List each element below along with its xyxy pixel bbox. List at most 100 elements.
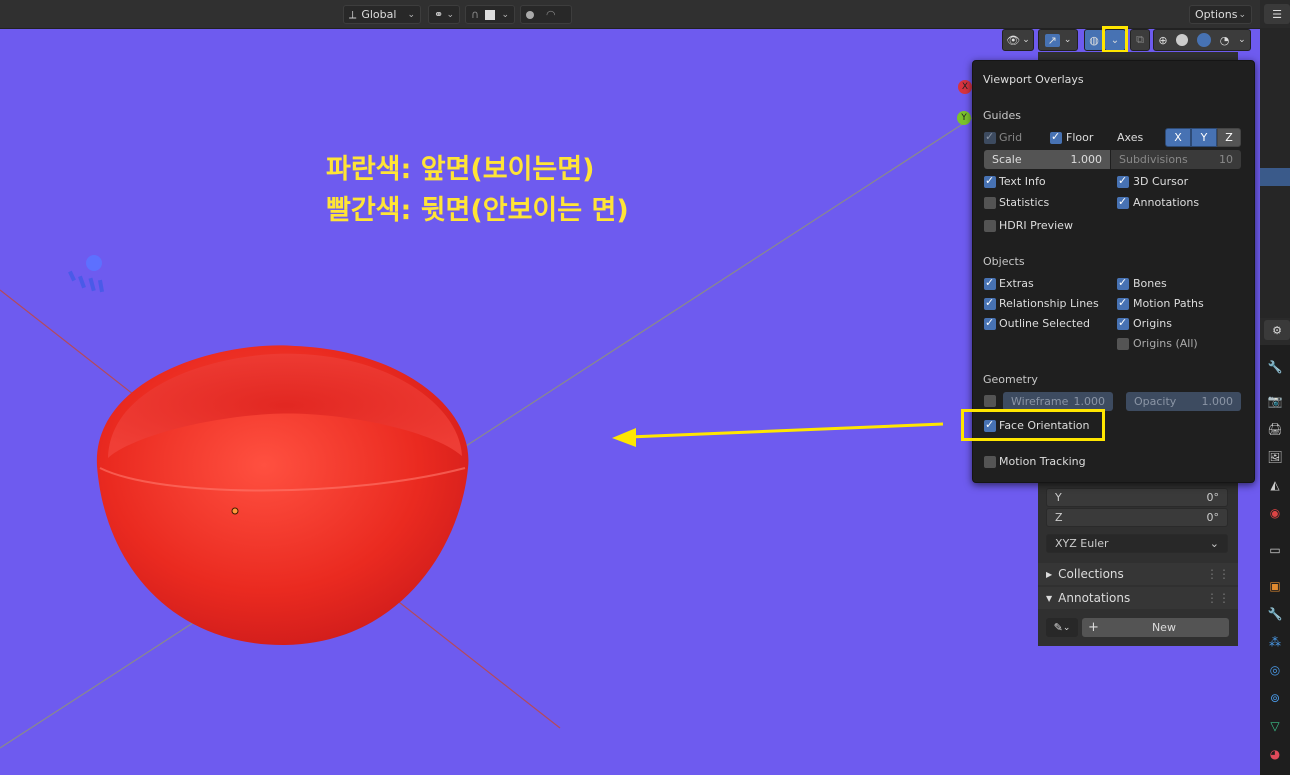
proportional-icon (526, 10, 534, 19)
object-tab-icon[interactable]: ▣ (1266, 577, 1284, 595)
grid-checkbox[interactable] (984, 130, 996, 144)
chevron-down-icon[interactable]: ⌄ (1238, 35, 1246, 45)
scale-value: 1.000 (1070, 153, 1103, 166)
axis-x-toggle[interactable]: X (1165, 128, 1191, 147)
wireframe-shading-icon[interactable]: ⊕ (1158, 34, 1167, 47)
transform-orientation-dropdown[interactable]: ⟂ Global ⌄ (343, 5, 421, 24)
outliner-area (1260, 28, 1290, 318)
3d-cursor-checkbox[interactable] (1117, 174, 1129, 188)
physics-tab-icon[interactable]: ◎ (1266, 661, 1284, 679)
collection-tab-icon[interactable]: ▭ (1266, 541, 1284, 559)
annotation-tool-dropdown[interactable]: ✎ ⌄ (1046, 618, 1078, 637)
chevron-down-icon: ▼ (1046, 593, 1053, 603)
drag-handle-icon[interactable]: ⋮⋮ (1206, 591, 1230, 605)
popup-title: Viewport Overlays (983, 73, 1084, 86)
gizmo-x-axis[interactable]: X (958, 80, 972, 94)
chevron-down-icon: ⌄ (1022, 35, 1030, 45)
collections-panel-header[interactable]: ▶ Collections ⋮⋮ (1038, 563, 1238, 585)
scale-label: Scale (992, 153, 1022, 166)
floor-checkbox[interactable] (1050, 130, 1062, 144)
orientation-icon: ⟂ (349, 7, 357, 21)
overlays-toggle[interactable]: ◍ (1084, 29, 1104, 51)
origins-all-label: Origins (All) (1133, 337, 1198, 350)
annotations-panel-header[interactable]: ▼ Annotations ⋮⋮ (1038, 587, 1238, 609)
chevron-down-icon: ⌄ (446, 9, 454, 20)
guides-heading: Guides (983, 109, 1022, 122)
shading-mode-group[interactable]: ⊕ ◔ ⌄ (1153, 29, 1251, 51)
motion-paths-label: Motion Paths (1133, 297, 1204, 310)
material-preview-icon[interactable] (1197, 33, 1212, 47)
outliner-selected-row[interactable] (1260, 168, 1290, 186)
eye-icon: 👁 (1006, 33, 1021, 47)
chevron-down-icon: ⌄ (1063, 35, 1072, 45)
annotation-front-face: 파란색: 앞면(보이는면) (326, 154, 595, 185)
outline-selected-checkbox[interactable] (984, 316, 996, 330)
snap-dropdown[interactable]: ∩ ⌄ (465, 5, 515, 24)
render-tab-icon[interactable]: 📷 (1266, 392, 1284, 410)
annotations-checkbox[interactable] (1117, 195, 1129, 209)
wireframe-checkbox[interactable] (984, 395, 996, 407)
proportional-editing-toggle[interactable]: ◠ (520, 5, 572, 24)
visibility-selectability-dropdown[interactable]: 👁 ⌄ (1002, 29, 1034, 51)
new-annotation-button[interactable]: + New (1082, 618, 1229, 637)
output-tab-icon[interactable]: 🖨 (1266, 420, 1284, 438)
data-tab-icon[interactable]: ▽ (1266, 717, 1284, 735)
magnet-icon: ∩ (471, 8, 480, 21)
axis-y-toggle[interactable]: Y (1191, 128, 1217, 147)
chevron-down-icon: ⌄ (1062, 622, 1071, 633)
new-button-label: New (1151, 621, 1176, 634)
material-tab-icon[interactable]: ◕ (1266, 745, 1284, 763)
motion-paths-checkbox[interactable] (1117, 296, 1129, 310)
xray-toggle[interactable]: ⧉ (1130, 29, 1150, 51)
statistics-checkbox[interactable] (984, 197, 996, 209)
relationship-lines-checkbox[interactable] (984, 296, 996, 310)
constraints-tab-icon[interactable]: ⊚ (1266, 689, 1284, 707)
bones-label: Bones (1133, 277, 1167, 290)
properties-editor-icon[interactable]: ⚙ (1264, 320, 1290, 340)
solid-shading-icon[interactable] (1176, 34, 1189, 46)
overlays-dropdown-highlight (1102, 26, 1128, 53)
rotation-z-field[interactable]: Z 0° (1046, 508, 1228, 527)
motion-tracking-label: Motion Tracking (999, 455, 1086, 468)
particles-tab-icon[interactable]: ⁂ (1266, 633, 1284, 651)
axis-z-toggle[interactable]: Z (1217, 128, 1241, 147)
pivot-point-dropdown[interactable]: ⚭ ⌄ (428, 5, 460, 24)
options-dropdown[interactable]: Options ⌄ (1189, 5, 1252, 24)
overlays-icon: ◍ (1089, 33, 1099, 47)
bones-checkbox[interactable] (1117, 276, 1129, 290)
floor-label: Floor (1066, 131, 1094, 144)
chevron-down-icon: ⌄ (501, 9, 509, 20)
gizmo-toggle[interactable]: ↗ ⌄ (1038, 29, 1078, 51)
rendered-shading-icon[interactable]: ◔ (1220, 34, 1230, 47)
axes-label: Axes (1117, 131, 1144, 144)
origins-all-checkbox[interactable] (1117, 338, 1129, 350)
chevron-down-icon: ⌄ (1209, 537, 1219, 550)
chevron-down-icon: ⌄ (1238, 9, 1246, 20)
opacity-value: 1.000 (1201, 395, 1234, 408)
extras-checkbox[interactable] (984, 276, 996, 290)
rotation-mode-dropdown[interactable]: XYZ Euler ⌄ (1046, 534, 1228, 553)
modifier-tab-icon[interactable]: 🔧 (1266, 605, 1284, 623)
hdri-preview-checkbox[interactable] (984, 220, 996, 232)
grid-label: Grid (999, 131, 1023, 144)
opacity-field[interactable]: Opacity 1.000 (1126, 392, 1241, 411)
world-tab-icon[interactable]: ◉ (1266, 504, 1284, 522)
rotation-z-label: Z (1055, 511, 1063, 524)
scale-field[interactable]: Scale 1.000 (984, 150, 1110, 169)
subdivisions-field[interactable]: Subdivisions 10 (1111, 150, 1241, 169)
motion-tracking-checkbox[interactable] (984, 456, 996, 468)
tool-tab-icon[interactable]: 🔧 (1266, 358, 1284, 376)
rotation-y-field[interactable]: Y 0° (1046, 488, 1228, 507)
relationship-lines-label: Relationship Lines (999, 297, 1099, 310)
snap-target-icon (485, 9, 496, 20)
chevron-right-icon: ▶ (1046, 569, 1053, 579)
gizmo-y-axis[interactable]: Y (957, 111, 971, 125)
scene-tab-icon[interactable]: ◭ (1266, 476, 1284, 494)
gizmo-y-label: Y (961, 113, 967, 123)
text-info-checkbox[interactable] (984, 174, 996, 188)
view-layer-tab-icon[interactable]: 🖼 (1266, 448, 1284, 466)
origins-checkbox[interactable] (1117, 316, 1129, 330)
rotation-y-value: 0° (1206, 491, 1220, 504)
drag-handle-icon[interactable]: ⋮⋮ (1206, 567, 1230, 581)
outliner-editor-icon[interactable]: ☰ (1264, 4, 1290, 24)
